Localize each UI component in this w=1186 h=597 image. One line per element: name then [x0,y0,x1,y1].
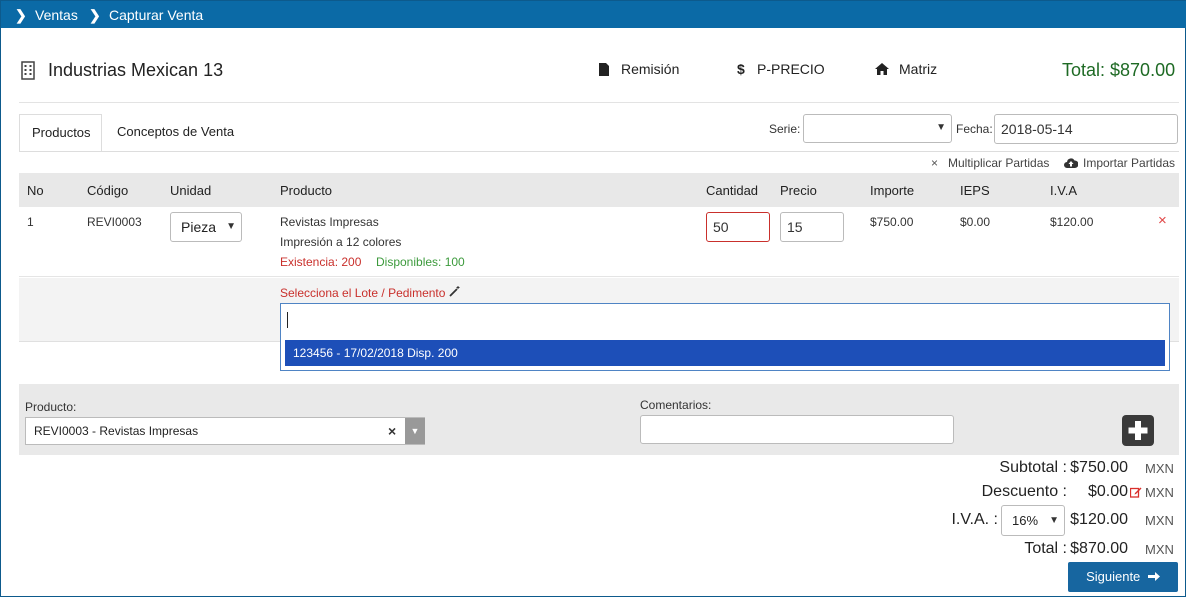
siguiente-button[interactable]: Siguiente [1068,562,1178,592]
lote-option[interactable]: 123456 - 17/02/2018 Disp. 200 [285,340,1165,366]
unidad-value: Pieza [181,219,217,235]
row-codigo: REVI0003 [87,215,142,229]
serie-select[interactable]: ▼ [803,114,952,143]
iva-rate-select[interactable]: 16% ▼ [1001,505,1065,536]
row-existencia: Existencia: 200 [280,255,362,269]
matriz-link[interactable]: Matriz [899,61,937,77]
fecha-input[interactable]: 2018-05-14 [994,114,1178,144]
importar-partidas-link[interactable]: Importar Partidas [1083,156,1175,170]
dollar-icon: $ [737,61,745,77]
chevron-right-icon: ❯ [15,7,27,23]
descuento-label: Descuento : [981,483,1067,500]
tab-divider [19,151,1179,152]
fecha-label: Fecha: [956,122,993,136]
subtotal-label: Subtotal : [999,459,1067,476]
company-name: Industrias Mexican 13 [48,60,224,80]
row-iva: $120.00 [1050,215,1094,229]
edit-icon[interactable] [1129,486,1142,498]
row-disponibles: Disponibles: 100 [376,255,465,269]
total-value: $870.00 [1070,540,1128,557]
producto-select[interactable]: REVI0003 - Revistas Impresas × ▼ [25,417,425,445]
producto-label: Producto: [25,400,77,414]
siguiente-label: Siguiente [1086,569,1141,584]
text-cursor [287,312,288,328]
currency-label: MXN [1145,485,1174,500]
cantidad-input[interactable]: 50 [706,212,770,242]
row-producto: Revistas Impresas [280,215,379,229]
row-no: 1 [27,215,34,229]
home-icon [875,63,889,75]
add-button[interactable] [1122,415,1154,446]
descuento-value: $0.00 [1087,483,1128,500]
multiplicar-partidas-link[interactable]: Multiplicar Partidas [948,156,1049,170]
iva-value: $120.00 [1070,511,1128,528]
lote-label: Selecciona el Lote / Pedimento [280,286,446,300]
comentarios-input[interactable] [640,415,954,444]
col-iva: I.V.A [1050,183,1077,198]
col-no: No [27,183,44,198]
multiply-icon: × [931,156,939,170]
row-ieps: $0.00 [960,215,991,229]
subtotal-value: $750.00 [1070,459,1128,476]
cloud-upload-icon [1064,156,1079,168]
chevron-right-icon: ❯ [89,7,101,23]
currency-label: MXN [1145,542,1174,557]
col-cantidad: Cantidad [706,183,759,198]
delete-row-icon[interactable]: × [1158,212,1167,229]
tab-productos[interactable]: Productos [19,114,102,152]
breadcrumb-ventas[interactable]: Ventas [35,6,78,24]
precio-input[interactable]: 15 [780,212,844,242]
clear-icon[interactable]: × [388,423,396,439]
caret-down-icon: ▼ [1049,515,1059,526]
iva-rate-value: 16% [1012,513,1039,528]
iva-label: I.V.A. : [951,511,998,528]
comentarios-label: Comentarios: [640,398,712,412]
remision-link[interactable]: Remisión [621,61,679,77]
building-icon [21,61,35,80]
col-unidad: Unidad [170,183,212,198]
arrow-right-icon [1147,563,1160,581]
precio-link[interactable]: P-PRECIO [757,61,825,77]
magic-wand-icon [449,285,460,297]
total-label: Total : [1024,540,1067,557]
currency-label: MXN [1145,461,1174,476]
breadcrumb-capturar-venta: Capturar Venta [109,7,204,23]
producto-select-value: REVI0003 - Revistas Impresas [34,424,199,438]
col-ieps: IEPS [960,183,990,198]
col-importe: Importe [870,183,915,198]
col-producto: Producto [280,183,333,198]
caret-down-icon: ▼ [226,221,236,232]
unidad-select[interactable]: Pieza ▼ [170,212,242,242]
breadcrumb: ❯ Ventas ❯ Capturar Venta [1,1,1186,28]
col-codigo: Código [87,183,129,198]
currency-label: MXN [1145,513,1174,528]
row-importe: $750.00 [870,215,914,229]
divider [19,102,1179,103]
plus-icon [1128,421,1148,440]
row-descripcion: Impresión a 12 colores [280,235,402,249]
file-icon [599,63,609,76]
serie-label: Serie: [769,122,801,136]
caret-down-icon[interactable]: ▼ [405,418,425,444]
header-total: Total: $870.00 [1062,60,1176,80]
col-precio: Precio [780,183,817,198]
tab-conceptos-venta[interactable]: Conceptos de Venta [105,114,246,152]
caret-down-icon: ▼ [936,122,946,133]
